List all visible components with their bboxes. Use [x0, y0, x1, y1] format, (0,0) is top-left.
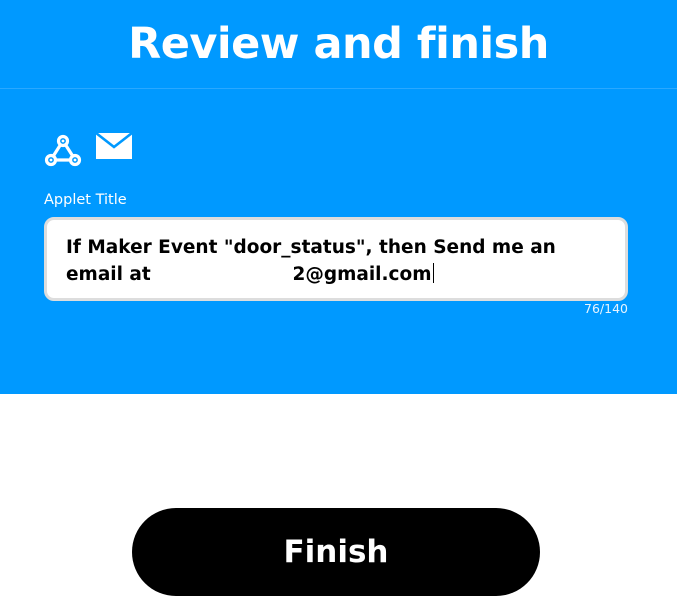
- applet-title-label: Applet Title: [44, 192, 127, 208]
- character-count: 76/140: [584, 301, 628, 316]
- service-icons: [44, 133, 148, 169]
- webhooks-icon: [44, 133, 82, 169]
- email-icon: [96, 133, 134, 169]
- applet-title-input[interactable]: If Maker Event "door_status", then Send …: [44, 217, 628, 301]
- page-title: Review and finish: [128, 19, 549, 69]
- header: Review and finish: [0, 0, 677, 89]
- applet-title-text: If Maker Event "door_status", then Send …: [66, 237, 556, 285]
- finish-button[interactable]: Finish: [132, 508, 540, 596]
- text-caret: [432, 263, 434, 283]
- applet-review-panel: Review and finish Applet Title If Maker …: [0, 0, 677, 394]
